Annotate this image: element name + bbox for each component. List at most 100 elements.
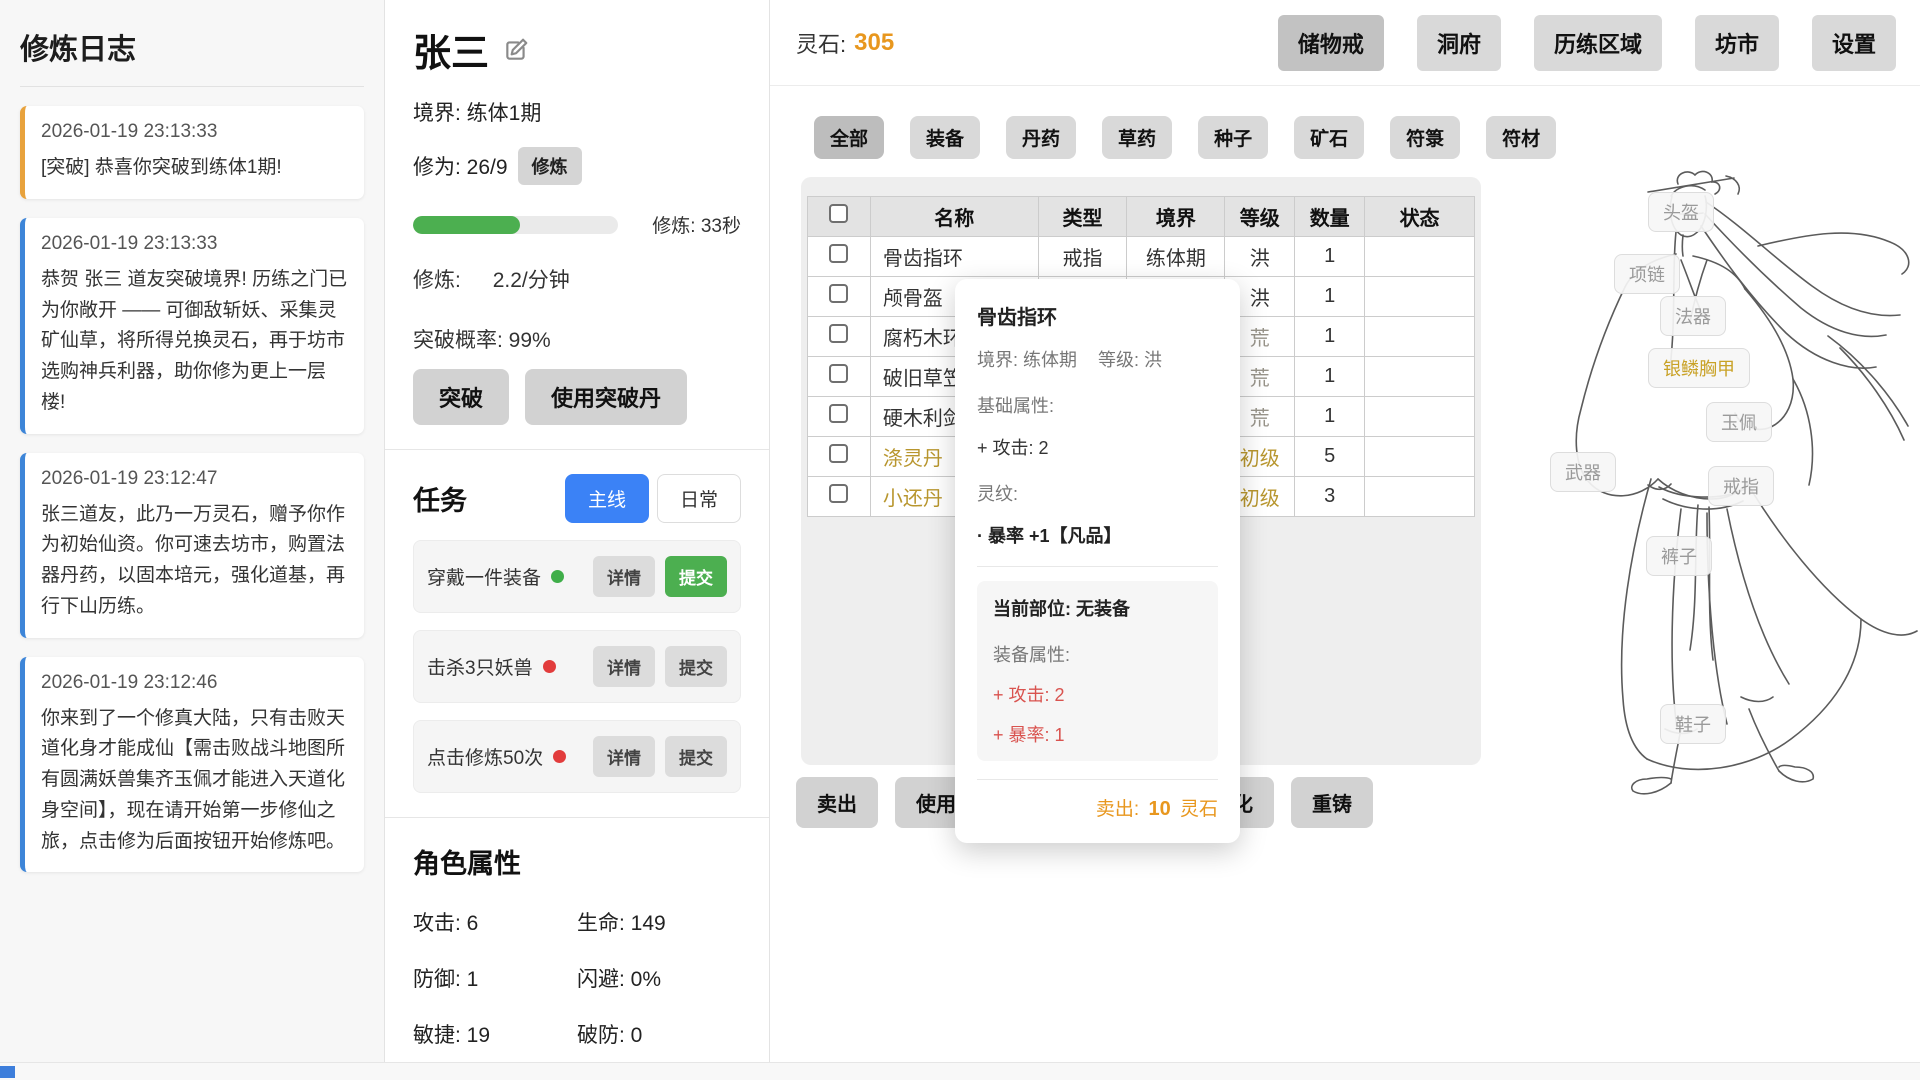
sell-button[interactable]: 卖出 [796,777,878,828]
item-qty: 3 [1295,477,1365,517]
attr-dodge: 闪避: 0% [577,963,741,993]
item-status [1365,317,1475,357]
task-status-dot-icon [551,570,564,583]
scrollbar-thumb[interactable] [0,1066,15,1078]
filter-equipment[interactable]: 装备 [910,116,980,159]
tooltip-equip-label: 装备属性: [993,641,1202,667]
filter-talismans[interactable]: 符箓 [1390,116,1460,159]
breakthrough-chance: 突破概率: 99% [413,324,741,354]
slot-ring[interactable]: 戒指 [1708,466,1774,506]
item-status [1365,397,1475,437]
attr-attack: 攻击: 6 [413,907,577,937]
row-checkbox[interactable] [829,364,848,383]
table-header-row: 名称 类型 境界 等级 数量 状态 [808,197,1475,237]
attr-pierce: 破防: 0 [577,1019,741,1049]
filter-talisman-materials[interactable]: 符材 [1486,116,1556,159]
task-name: 点击修炼50次 [427,743,543,770]
edit-name-icon[interactable] [503,37,529,63]
tooltip-rune: · 暴率 +1【凡品】 [977,522,1218,548]
log-entry: 2026-01-19 23:13:33 恭贺 张三 道友突破境界! 历练之门已为… [20,218,364,434]
task-status-dot-icon [543,660,556,673]
row-checkbox[interactable] [829,284,848,303]
slot-necklace[interactable]: 项链 [1614,254,1680,294]
col-grade: 等级 [1225,197,1295,237]
tooltip-slot-info: 当前部位: 无装备 [993,595,1202,621]
nav-cave-button[interactable]: 洞府 [1417,15,1501,71]
attr-hp: 生命: 149 [577,907,741,937]
cultivation-progress-bar [413,216,618,234]
tooltip-equip-attr: + 攻击: 2 [993,681,1202,707]
tooltip-sell-label: 卖出: [1096,799,1139,820]
slot-weapon[interactable]: 武器 [1550,452,1616,492]
filter-herbs[interactable]: 草药 [1102,116,1172,159]
filter-ores[interactable]: 矿石 [1294,116,1364,159]
nav-adventure-button[interactable]: 历练区域 [1534,15,1662,71]
col-qty: 数量 [1295,197,1365,237]
slot-chest-armor[interactable]: 银鳞胸甲 [1648,348,1750,388]
tab-main-quest[interactable]: 主线 [565,474,649,523]
task-name: 击杀3只妖兽 [427,653,533,680]
slot-jade-pendant[interactable]: 玉佩 [1706,402,1772,442]
rate-label: 修炼: [413,269,461,292]
task-detail-button[interactable]: 详情 [593,556,655,597]
row-checkbox[interactable] [829,444,848,463]
item-qty: 1 [1295,397,1365,437]
tooltip-base-label: 基础属性: [977,392,1218,418]
row-checkbox[interactable] [829,324,848,343]
use-breakthrough-pill-button[interactable]: 使用突破丹 [525,369,687,425]
filter-all[interactable]: 全部 [814,116,884,159]
tooltip-equip-attr: + 暴率: 1 [993,721,1202,747]
slot-pants[interactable]: 裤子 [1646,536,1712,576]
slot-artifact[interactable]: 法器 [1660,296,1726,336]
task-detail-button[interactable]: 详情 [593,646,655,687]
log-entry: 2026-01-19 23:12:47 张三道友，此乃一万灵石，赠予你作为初始仙… [20,453,364,638]
item-qty: 1 [1295,317,1365,357]
breakthrough-button[interactable]: 突破 [413,369,509,425]
task-item: 点击修炼50次 详情 提交 [413,720,741,793]
cultivation-progress-fill [413,216,520,234]
item-tooltip: 骨齿指环 境界: 练体期 等级: 洪 基础属性: + 攻击: 2 灵纹: · 暴… [955,279,1240,843]
select-all-checkbox[interactable] [829,204,848,223]
slot-helmet[interactable]: 头盔 [1648,192,1714,232]
task-submit-button[interactable]: 提交 [665,556,727,597]
filter-pills[interactable]: 丹药 [1006,116,1076,159]
cultivation-log-panel: 修炼日志 2026-01-19 23:13:33 [突破] 恭喜你突破到练体1期… [0,0,385,1080]
log-entry: 2026-01-19 23:13:33 [突破] 恭喜你突破到练体1期! [20,106,364,199]
task-submit-button[interactable]: 提交 [665,646,727,687]
app-root: 修炼日志 2026-01-19 23:13:33 [突破] 恭喜你突破到练体1期… [0,0,1920,1080]
tooltip-base-attr: + 攻击: 2 [977,434,1218,460]
task-status-dot-icon [553,750,566,763]
cultivation-timer: 修炼: 33秒 [652,211,741,238]
item-type: 戒指 [1038,237,1127,277]
task-item: 穿戴一件装备 详情 提交 [413,540,741,613]
realm-line: 境界: 练体1期 [413,97,741,127]
item-realm: 练体期 [1127,237,1225,277]
tooltip-item-name: 骨齿指环 [977,301,1218,330]
item-status [1365,357,1475,397]
table-row[interactable]: 骨齿指环 戒指 练体期 洪 1 [808,237,1475,277]
slot-shoes[interactable]: 鞋子 [1660,704,1726,744]
item-qty: 5 [1295,437,1365,477]
topbar: 灵石: 305 储物戒 洞府 历练区域 坊市 设置 [770,0,1920,86]
row-checkbox[interactable] [829,404,848,423]
spirit-stone-value: 305 [854,29,894,57]
item-name: 骨齿指环 [870,237,1038,277]
row-checkbox[interactable] [829,244,848,263]
task-detail-button[interactable]: 详情 [593,736,655,777]
filter-seeds[interactable]: 种子 [1198,116,1268,159]
cultivate-button[interactable]: 修炼 [518,147,582,185]
reforge-button[interactable]: 重铸 [1291,777,1373,828]
horizontal-scrollbar[interactable] [0,1062,1920,1080]
task-item: 击杀3只妖兽 详情 提交 [413,630,741,703]
tooltip-rune-label: 灵纹: [977,480,1218,506]
tab-daily-quest[interactable]: 日常 [657,474,741,523]
nav-settings-button[interactable]: 设置 [1812,15,1896,71]
tooltip-sell-unit: 灵石 [1180,799,1218,820]
nav-storage-ring-button[interactable]: 储物戒 [1278,15,1384,71]
log-text: 你来到了一个修真大陆，只有击败天道化身才能成仙【需击败战斗地图所有圆满妖兽集齐玉… [41,704,348,858]
nav-market-button[interactable]: 坊市 [1695,15,1779,71]
task-submit-button[interactable]: 提交 [665,736,727,777]
attributes-title: 角色属性 [413,842,741,881]
tooltip-realm: 境界: 练体期 [977,350,1077,370]
row-checkbox[interactable] [829,484,848,503]
